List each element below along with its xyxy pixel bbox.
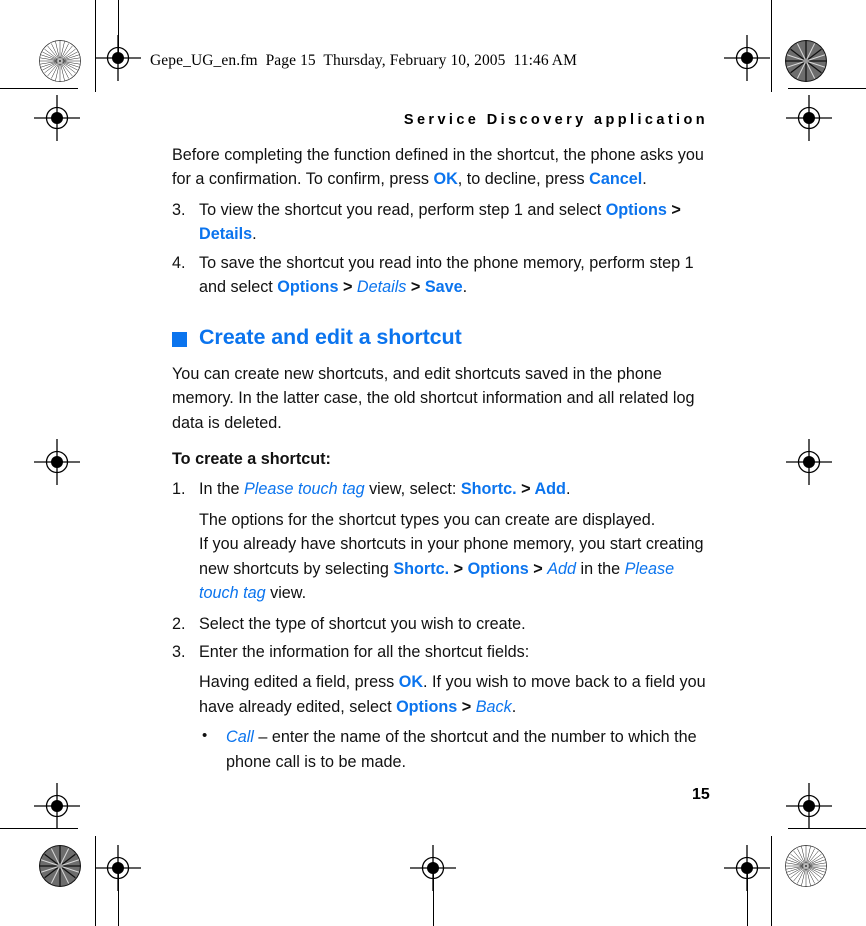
list-number: 1. — [172, 480, 186, 499]
list-item: 3. Enter the information for all the sho… — [172, 640, 712, 664]
file-info-stamp: Gepe_UG_en.fm Page 15 Thursday, February… — [150, 52, 577, 69]
trim-line-left-bottom — [95, 836, 96, 926]
registration-mark-bottom-left-outer — [34, 783, 80, 829]
fold-line-right-bottom — [747, 862, 748, 926]
trim-line-top-right — [788, 88, 866, 89]
fold-line-center-bottom — [433, 862, 434, 926]
ui-term-ok: OK — [433, 170, 458, 189]
list-number: 2. — [172, 614, 186, 633]
ui-term-options: Options — [605, 200, 667, 219]
step3-note: Having edited a field, press OK. If you … — [172, 670, 712, 719]
bullet-text-1: – enter the name of the shortcut and the… — [226, 728, 697, 771]
s1-text-3: . — [565, 480, 571, 499]
list-body: In the Please touch tag view, select: Sh… — [199, 477, 712, 501]
fold-line-left-top — [118, 0, 119, 58]
menu-separator: > — [528, 559, 548, 578]
menu-separator: > — [338, 278, 357, 297]
ui-term-add: Add — [547, 559, 576, 578]
ui-term-shortc: Shortc. — [460, 480, 517, 499]
ui-term-options: Options — [467, 559, 529, 578]
list-item: 3. To view the shortcut you read, perfor… — [172, 198, 712, 247]
page-number: 15 — [692, 786, 710, 803]
s3n-text-3: . — [511, 697, 517, 716]
intro-text-3: . — [642, 170, 647, 189]
list-item: 1. In the Please touch tag view, select:… — [172, 477, 712, 501]
ui-term-options: Options — [277, 278, 339, 297]
registration-mark-top-right-outer — [786, 95, 832, 141]
trim-line-bottom-right — [788, 828, 866, 829]
s1-text-1: In the — [199, 480, 244, 499]
list-number: 3. — [172, 200, 186, 219]
registration-mark-top-right-inner — [724, 35, 770, 81]
menu-separator: > — [666, 200, 681, 219]
s1n-text-1: The options for the shortcut types you c… — [199, 510, 656, 529]
trim-line-right-top — [771, 0, 772, 92]
intro-paragraph: Before completing the function defined i… — [172, 143, 712, 192]
trim-line-top-left — [0, 88, 78, 89]
registration-mark-bottom-right-outer — [786, 783, 832, 829]
starburst-target-top-right — [785, 40, 827, 82]
step3-text-2: . — [252, 225, 257, 244]
s1n-text-3: in the — [576, 559, 625, 578]
registration-mark-middle-right — [786, 439, 832, 485]
step3-text-1: To view the shortcut you read, perform s… — [199, 200, 606, 219]
registration-mark-top-left-inner — [95, 35, 141, 81]
list-item: 4. To save the shortcut you read into th… — [172, 251, 712, 300]
step4-text-2: . — [462, 278, 468, 297]
list-number: 4. — [172, 253, 186, 272]
ui-term-call: Call — [226, 728, 254, 747]
list-item: • Call – enter the name of the shortcut … — [172, 725, 712, 774]
starburst-target-bottom-left — [39, 845, 81, 887]
registration-mark-bottom-right-inner — [724, 845, 770, 891]
section-heading-label: Create and edit a shortcut — [199, 325, 462, 350]
ui-term-add: Add — [534, 480, 566, 499]
fold-line-left-bottom — [118, 862, 119, 926]
ui-term-details: Details — [199, 225, 253, 244]
page-content: Before completing the function defined i… — [172, 143, 712, 774]
intro-text-2: , to decline, press — [457, 170, 590, 189]
ui-term-shortc: Shortc. — [393, 559, 450, 578]
list-body: Call – enter the name of the shortcut an… — [226, 725, 712, 774]
trim-line-bottom-left — [0, 828, 78, 829]
trim-line-right-bottom — [771, 836, 772, 926]
menu-separator: > — [457, 697, 476, 716]
step1-note: The options for the shortcut types you c… — [172, 508, 712, 606]
registration-mark-bottom-center — [410, 845, 456, 891]
ui-term-please-touch-tag: Please touch tag — [244, 480, 365, 499]
section-heading: Create and edit a shortcut — [172, 325, 712, 349]
ui-term-options: Options — [396, 697, 458, 716]
s1-text-2: view, select: — [364, 480, 461, 499]
ui-term-cancel: Cancel — [589, 170, 643, 189]
menu-separator: > — [516, 480, 535, 499]
lead-in-paragraph: To create a shortcut: — [172, 450, 331, 469]
registration-mark-top-left-outer — [34, 95, 80, 141]
heading-square-bullet-icon — [172, 332, 187, 348]
list-number: 3. — [172, 642, 186, 661]
list-body: To view the shortcut you read, perform s… — [199, 198, 712, 247]
list-body: Enter the information for all the shortc… — [199, 642, 530, 661]
ui-term-ok: OK — [398, 673, 424, 692]
list-body: To save the shortcut you read into the p… — [199, 251, 712, 300]
menu-separator: > — [449, 559, 468, 578]
starburst-target-top-left — [39, 40, 81, 82]
running-head: Service Discovery application — [403, 112, 708, 128]
registration-mark-middle-left — [34, 439, 80, 485]
overview-paragraph: You can create new shortcuts, and edit s… — [172, 364, 695, 432]
list-item: 2. Select the type of shortcut you wish … — [172, 612, 712, 636]
ui-term-details: Details — [356, 278, 407, 297]
s1n-text-4: view. — [265, 584, 307, 603]
ui-term-back: Back — [475, 697, 512, 716]
menu-separator: > — [406, 278, 425, 297]
registration-mark-bottom-left-inner — [95, 845, 141, 891]
s3n-text-1: Having edited a field, press — [199, 673, 399, 692]
list-body: Select the type of shortcut you wish to … — [199, 614, 526, 633]
bullet-dot-icon: • — [202, 727, 208, 745]
ui-term-save: Save — [424, 278, 463, 297]
trim-line-left-top — [95, 0, 96, 92]
starburst-target-bottom-right — [785, 845, 827, 887]
